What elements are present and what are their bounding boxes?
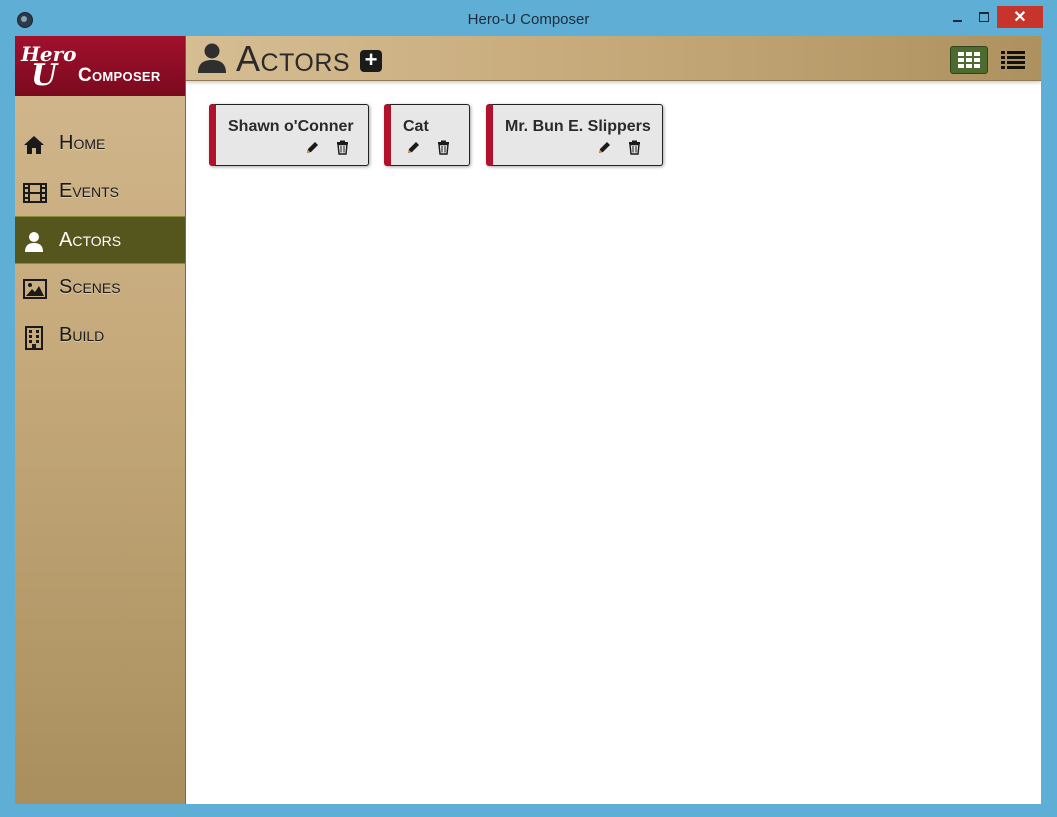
grid-icon	[958, 52, 980, 68]
edit-icon[interactable]	[305, 140, 320, 155]
actor-name: Shawn o'Conner	[228, 118, 354, 135]
trash-icon[interactable]	[335, 140, 350, 155]
app-window: Hero-U Composer ✕ Hero U Composer Home E…	[0, 0, 1057, 817]
maximize-icon	[979, 12, 989, 22]
actor-card[interactable]: Cat	[384, 104, 470, 166]
actor-name: Mr. Bun E. Slippers	[505, 118, 651, 135]
sidebar-item-actors[interactable]: Actors	[15, 216, 185, 264]
user-icon	[196, 42, 228, 74]
logo-composer-text: Composer	[78, 65, 161, 86]
client-area: Hero U Composer Home Events Actors Scene…	[15, 36, 1041, 804]
sidebar: Hero U Composer Home Events Actors Scene…	[15, 36, 186, 804]
close-button[interactable]: ✕	[997, 6, 1043, 28]
close-icon: ✕	[1013, 9, 1027, 26]
minimize-button[interactable]	[946, 6, 968, 28]
user-icon	[23, 231, 45, 253]
sidebar-item-label: Scenes	[59, 276, 121, 298]
add-actor-button[interactable]: +	[360, 49, 382, 72]
list-icon	[1001, 51, 1025, 69]
actor-name: Cat	[403, 118, 429, 135]
sidebar-item-events[interactable]: Events	[15, 168, 185, 216]
sidebar-nav: Home Events Actors Scenes Build	[15, 120, 185, 360]
home-icon	[23, 134, 45, 156]
app-logo[interactable]: Hero U Composer	[15, 36, 185, 96]
image-icon	[23, 278, 47, 300]
sidebar-item-scenes[interactable]: Scenes	[15, 264, 185, 312]
sidebar-item-label: Actors	[59, 229, 122, 251]
sidebar-item-build[interactable]: Build	[15, 312, 185, 360]
actor-card[interactable]: Shawn o'Conner	[209, 104, 369, 166]
sidebar-item-home[interactable]: Home	[15, 120, 185, 168]
hero-u-logo-mark: Hero U	[21, 42, 77, 93]
window-title: Hero-U Composer	[467, 11, 590, 28]
sidebar-item-label: Events	[59, 180, 120, 202]
edit-icon[interactable]	[406, 140, 421, 155]
page-header: Actors +	[186, 36, 1041, 81]
film-icon	[23, 182, 47, 204]
title-bar[interactable]: Hero-U Composer ✕	[0, 0, 1057, 36]
sidebar-item-label: Build	[59, 324, 105, 346]
maximize-button[interactable]	[973, 6, 995, 28]
trash-icon[interactable]	[436, 140, 451, 155]
trash-icon[interactable]	[627, 140, 642, 155]
actor-card[interactable]: Mr. Bun E. Slippers	[486, 104, 663, 166]
grid-view-button[interactable]	[950, 46, 988, 74]
page-title: Actors	[236, 38, 351, 79]
sidebar-item-label: Home	[59, 132, 106, 154]
building-icon	[23, 326, 45, 350]
list-view-button[interactable]	[1000, 48, 1026, 70]
minimize-icon	[952, 20, 962, 22]
edit-icon[interactable]	[597, 140, 612, 155]
